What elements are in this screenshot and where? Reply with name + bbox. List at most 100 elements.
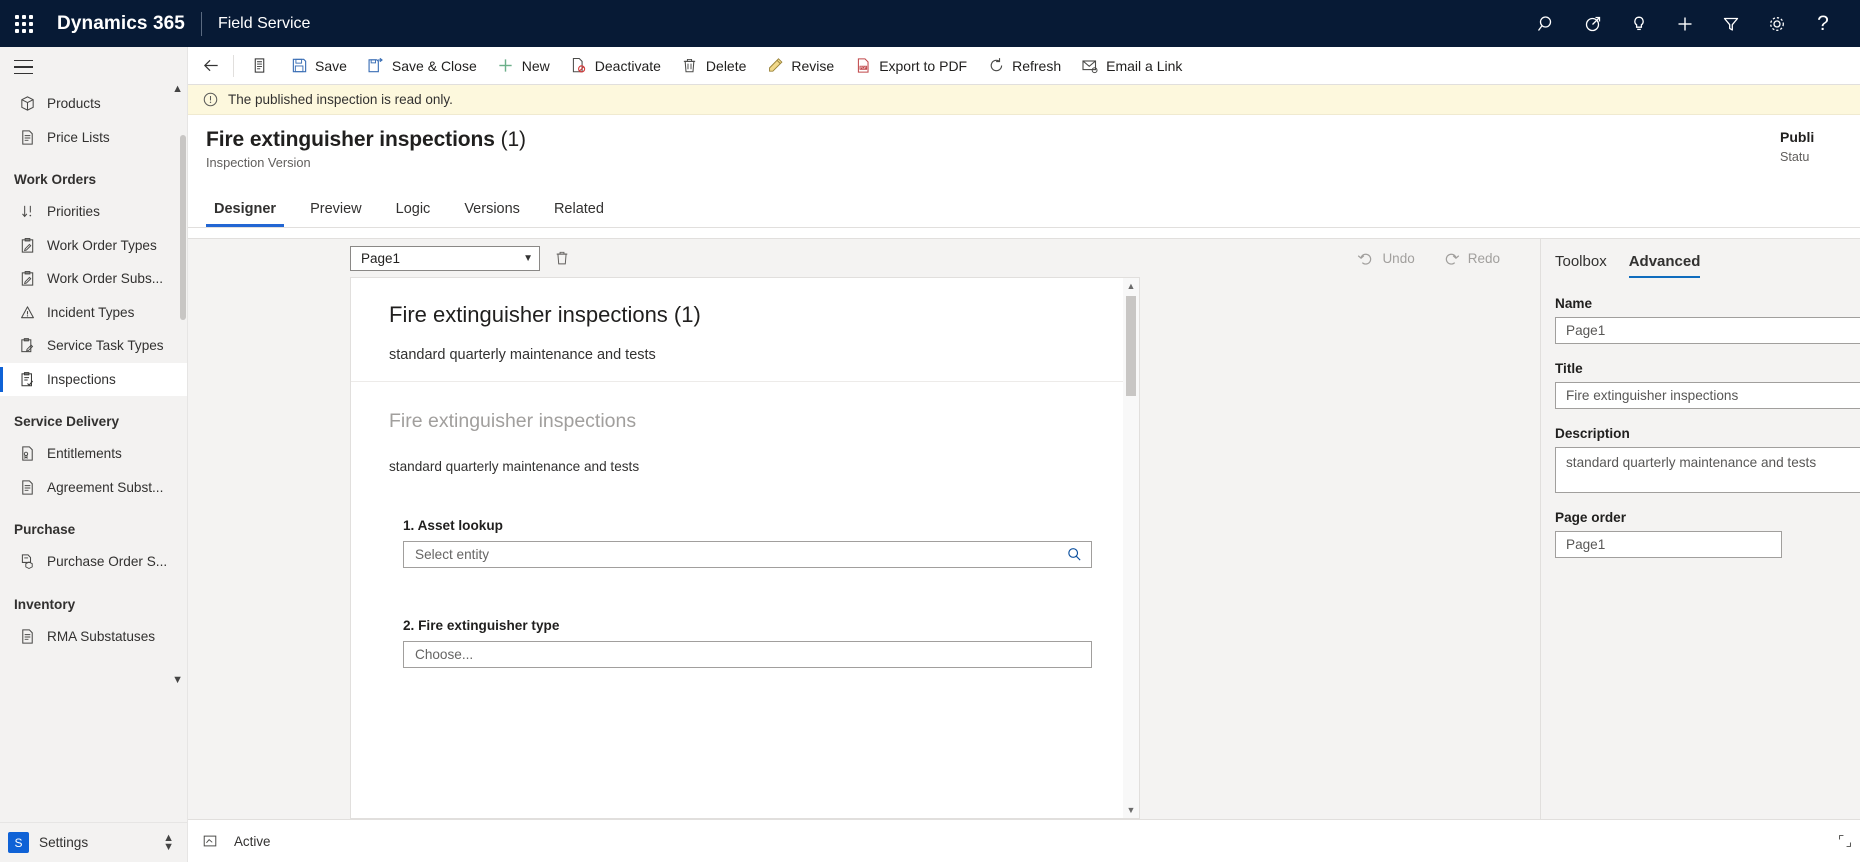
tab-related[interactable]: Related (544, 190, 614, 227)
section-title[interactable]: Fire extinguisher inspections (389, 410, 1101, 433)
redo-button[interactable]: Redo (1443, 250, 1500, 267)
sidebar-item-products[interactable]: Products (0, 87, 187, 121)
page-select[interactable]: Page1 ▼ (350, 245, 540, 271)
lightbulb-icon[interactable] (1616, 0, 1662, 47)
question-asset-lookup[interactable]: 1. Asset lookup Select entity (389, 518, 1101, 568)
sidebar-nav: ▲ Products Price Lists Work Orders Prior… (0, 83, 187, 687)
canvas-body: Fire extinguisher inspections standard q… (351, 382, 1139, 668)
sidebar-item-service-task-types[interactable]: Service Task Types (0, 329, 187, 363)
svg-text:PDF: PDF (860, 66, 866, 70)
sidebar-item-label: Agreement Subst... (47, 479, 164, 495)
tab-toolbox[interactable]: Toolbox (1555, 253, 1607, 278)
info-circle-icon (202, 91, 219, 108)
form-state-icon[interactable] (198, 833, 222, 849)
deactivate-button[interactable]: Deactivate (560, 47, 671, 85)
warning-triangle-icon (16, 301, 38, 323)
sidebar-item-priorities[interactable]: Priorities (0, 195, 187, 229)
back-arrow-icon[interactable] (194, 47, 228, 85)
sort-arrows-icon (16, 201, 38, 223)
sidebar-item-label: Inspections (47, 371, 116, 387)
tab-logic[interactable]: Logic (386, 190, 441, 227)
sidebar-item-label: Work Order Types (47, 237, 157, 253)
menu-icon[interactable] (0, 47, 187, 87)
brand-title[interactable]: Dynamics 365 (57, 13, 185, 35)
canvas-scrollbar[interactable]: ▲ ▼ (1123, 278, 1139, 818)
filter-icon[interactable] (1708, 0, 1754, 47)
trash-icon (681, 57, 699, 75)
refresh-button[interactable]: Refresh (977, 47, 1071, 85)
record-entity-label: Inspection Version (206, 155, 311, 170)
expand-icon[interactable] (1838, 834, 1852, 848)
undo-label: Undo (1382, 250, 1415, 266)
app-name[interactable]: Field Service (218, 15, 310, 33)
export-to-pdf-button[interactable]: PDF Export to PDF (844, 47, 977, 85)
tab-preview[interactable]: Preview (300, 190, 372, 227)
up-down-chevron-icon[interactable]: ▲ ▼ (163, 832, 174, 852)
sidebar-item-price-lists[interactable]: Price Lists (0, 121, 187, 155)
status-value: Publi (1780, 129, 1815, 145)
record-status-block: Publi Statu (1780, 129, 1860, 164)
name-field-label: Name (1555, 296, 1593, 311)
revise-button[interactable]: Revise (756, 47, 844, 85)
sidebar-item-purchase-order-substatuses[interactable]: Purchase Order S... (0, 545, 187, 579)
page-title-main: Fire extinguisher inspections (206, 128, 495, 151)
sidebar-item-entitlements[interactable]: Entitlements (0, 437, 187, 471)
description-field[interactable]: standard quarterly maintenance and tests (1555, 447, 1860, 493)
page-order-field-value: Page1 (1566, 537, 1606, 552)
search-icon[interactable] (1524, 0, 1570, 47)
diagnostics-icon[interactable] (1570, 0, 1616, 47)
canvas-scroll-thumb[interactable] (1126, 296, 1136, 396)
delete-page-button[interactable] (554, 250, 570, 266)
inspection-canvas: Fire extinguisher inspections (1) standa… (350, 277, 1140, 819)
sidebar-item-work-order-substatuses[interactable]: Work Order Subs... (0, 262, 187, 296)
area-switcher[interactable]: S Settings ▲ ▼ (0, 822, 187, 862)
undo-button[interactable]: Undo (1357, 250, 1415, 267)
tab-designer[interactable]: Designer (204, 190, 286, 227)
undo-icon (1357, 250, 1374, 267)
question-fire-extinguisher-type[interactable]: 2. Fire extinguisher type Choose... (389, 618, 1101, 668)
canvas-header[interactable]: Fire extinguisher inspections (1) standa… (351, 278, 1139, 382)
command-bar: Save Save & Close New Deactivate Delete (188, 47, 1860, 85)
scroll-down-icon[interactable]: ▼ (172, 674, 183, 686)
caret-down-icon[interactable]: ▼ (1123, 802, 1139, 818)
sidebar-item-label: Products (47, 96, 101, 112)
gear-icon[interactable] (1754, 0, 1800, 47)
page-title: Fire extinguisher inspections (1) (206, 128, 1860, 152)
sidebar-scrollbar[interactable] (180, 135, 186, 320)
plus-icon (497, 57, 515, 75)
help-icon[interactable]: ? (1800, 0, 1846, 47)
sidebar-item-agreement-substatuses[interactable]: Agreement Subst... (0, 471, 187, 505)
plus-icon[interactable] (1662, 0, 1708, 47)
clipboard-pen-icon (16, 268, 38, 290)
sidebar-item-label: Service Task Types (47, 338, 164, 354)
email-a-link-button[interactable]: Email a Link (1071, 47, 1192, 85)
app-launcher-icon[interactable] (0, 0, 48, 47)
name-field[interactable]: Page1 (1555, 317, 1860, 344)
title-field[interactable]: Fire extinguisher inspections (1555, 382, 1860, 409)
form-selector-icon[interactable] (239, 47, 280, 85)
sidebar-item-label: Priorities (47, 204, 100, 220)
sidebar-item-inspections[interactable]: Inspections (0, 362, 187, 396)
save-and-close-label: Save & Close (391, 57, 477, 74)
sidebar-item-work-order-types[interactable]: Work Order Types (0, 229, 187, 263)
email-a-link-label: Email a Link (1106, 57, 1183, 74)
page-order-field[interactable]: Page1 (1555, 531, 1782, 558)
status-label: Statu (1780, 150, 1810, 164)
sidebar-group-purchase: Purchase (14, 522, 76, 537)
fire-extinguisher-type-input[interactable]: Choose... (403, 641, 1092, 668)
save-and-close-button[interactable]: Save & Close (357, 47, 487, 85)
question-label: 1. Asset lookup (403, 518, 503, 533)
delete-button[interactable]: Delete (671, 47, 756, 85)
tab-versions[interactable]: Versions (454, 190, 530, 227)
page-title-suffix: (1) (494, 128, 526, 151)
new-button[interactable]: New (487, 47, 560, 85)
search-icon[interactable] (1066, 546, 1083, 563)
brand-divider (200, 11, 202, 36)
tab-advanced[interactable]: Advanced (1628, 253, 1700, 278)
caret-up-icon[interactable]: ▲ (1123, 278, 1139, 294)
save-button[interactable]: Save (280, 47, 357, 85)
sidebar-item-rma-substatuses[interactable]: RMA Substatuses (0, 620, 187, 654)
asset-lookup-input[interactable]: Select entity (403, 541, 1092, 568)
sidebar-item-incident-types[interactable]: Incident Types (0, 296, 187, 330)
section-description[interactable]: standard quarterly maintenance and tests (389, 459, 1101, 474)
